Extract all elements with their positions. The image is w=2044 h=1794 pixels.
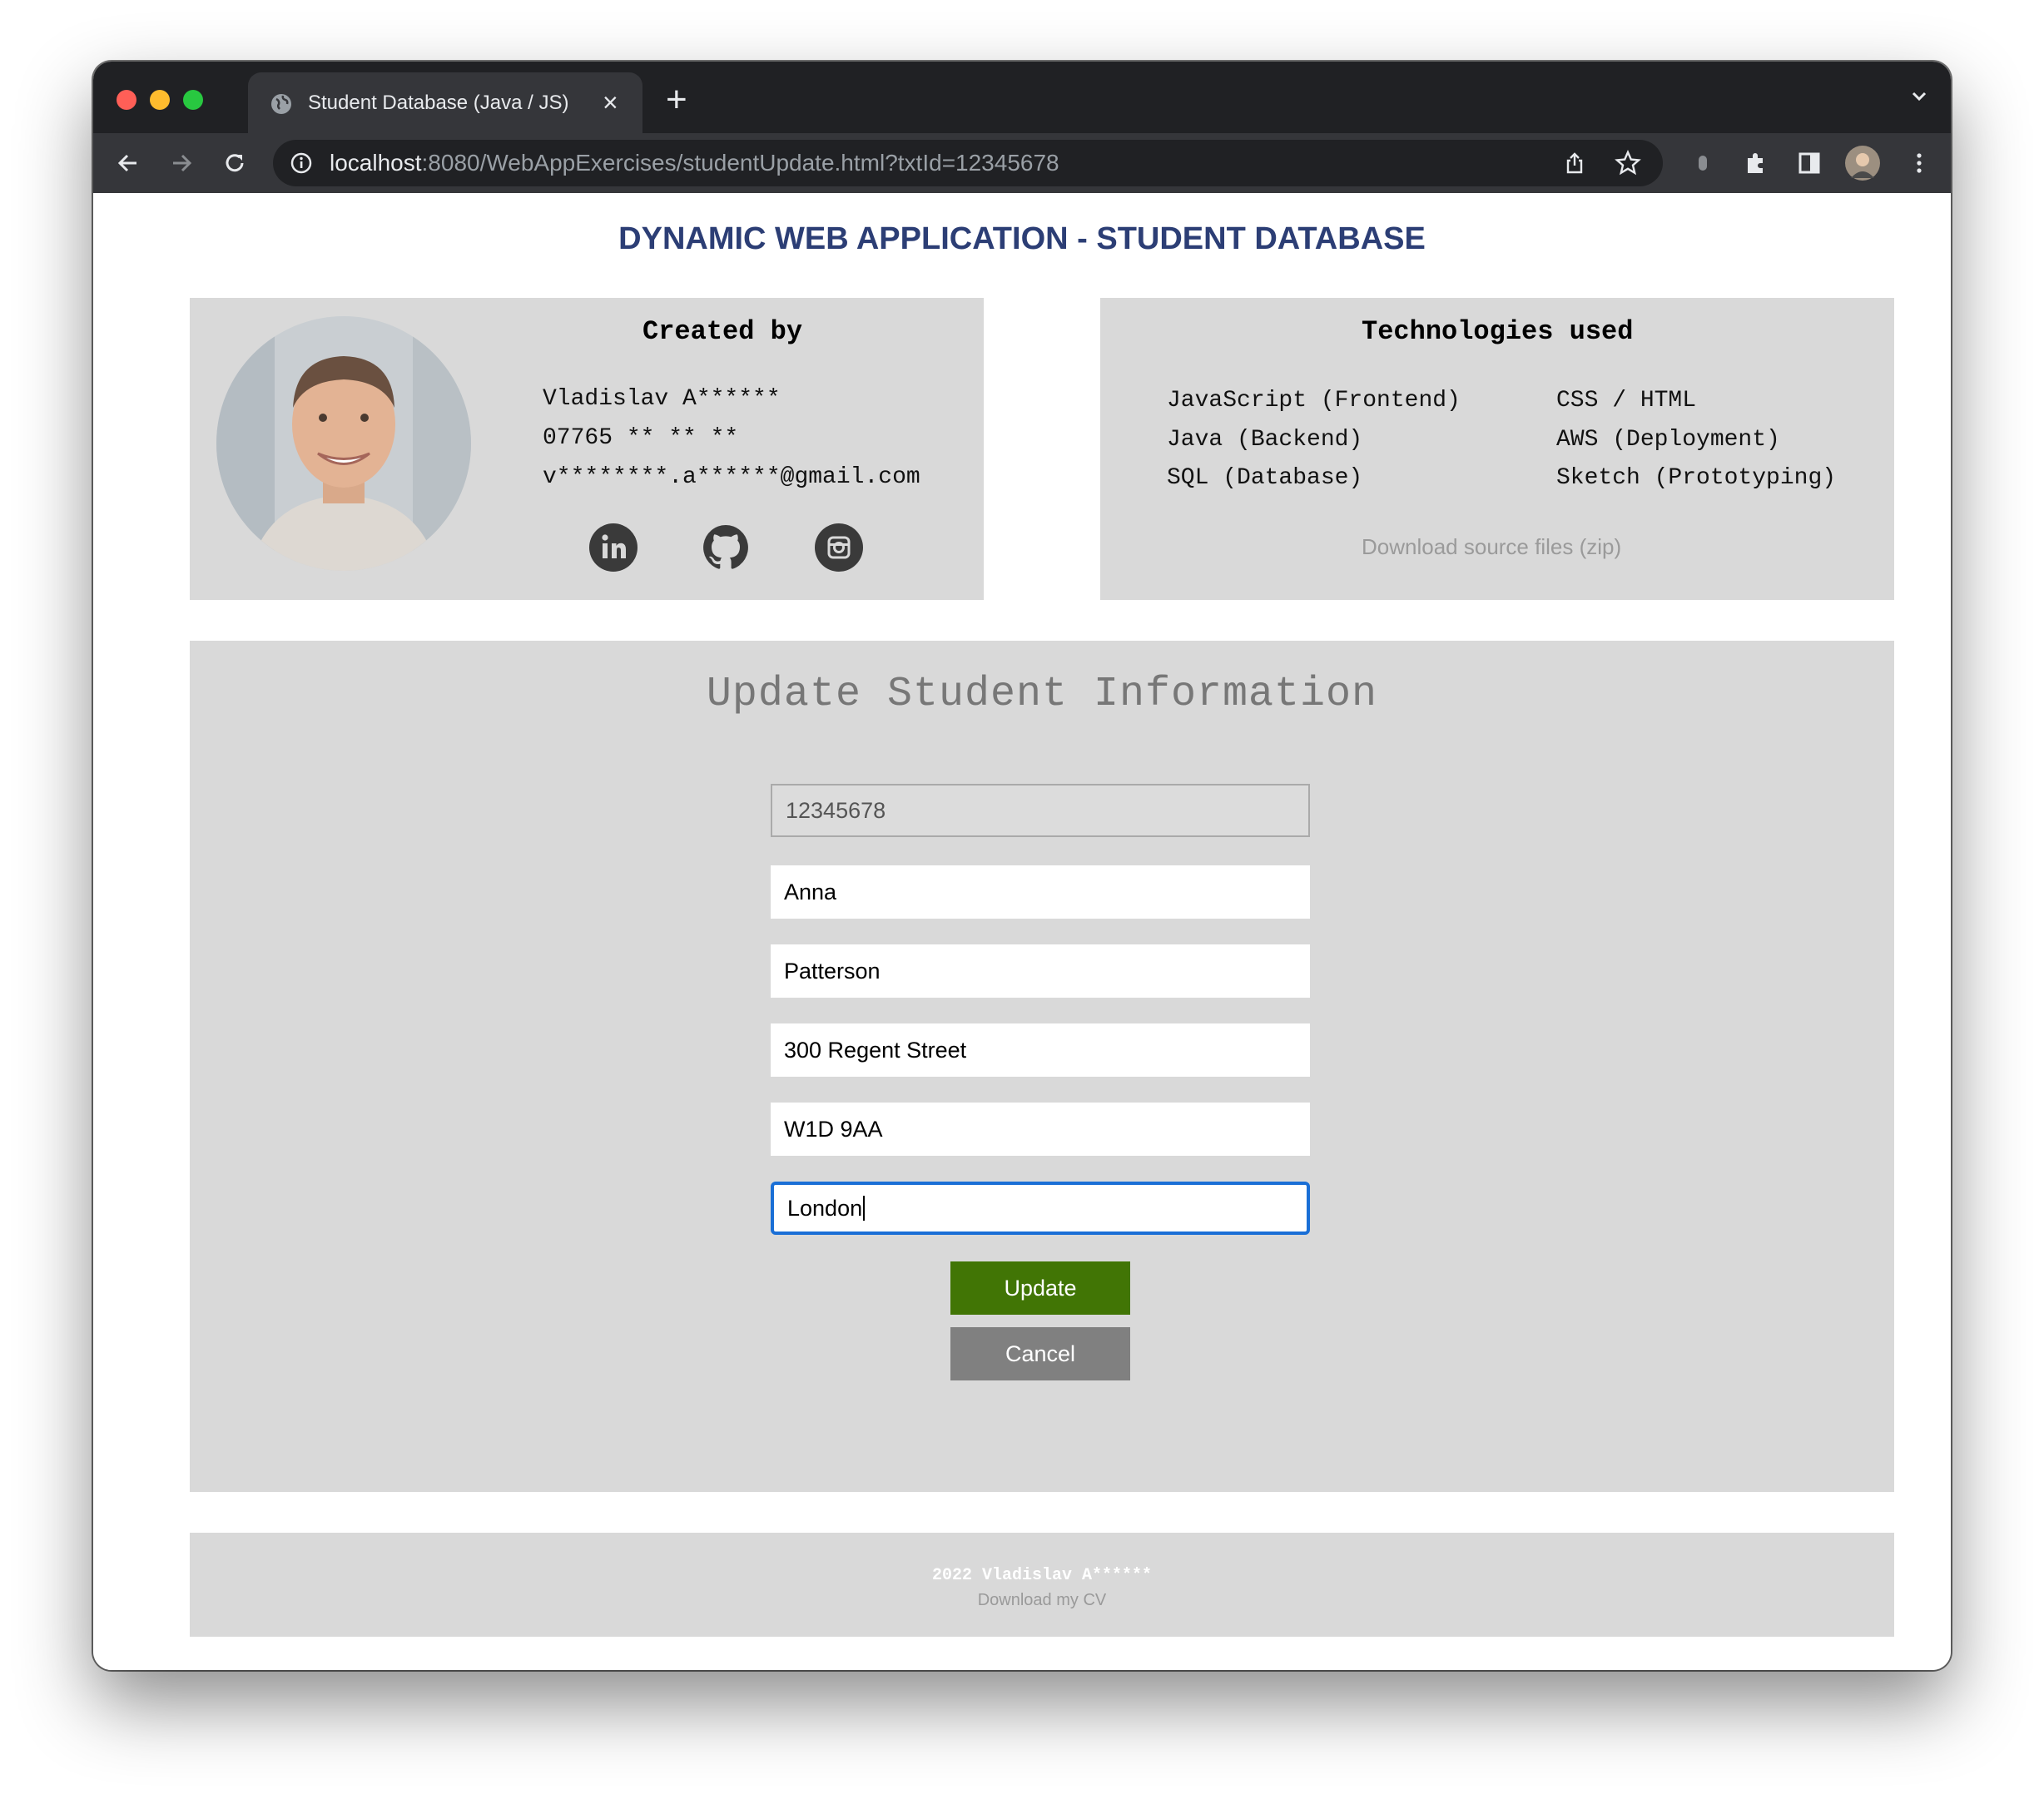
side-panel-icon[interactable] xyxy=(1794,148,1824,178)
profile-photo xyxy=(216,316,471,571)
first-name-field[interactable]: Anna xyxy=(771,865,1310,919)
extension-icon[interactable] xyxy=(1688,148,1718,178)
browser-tab[interactable]: Student Database (Java / JS) × xyxy=(248,72,642,133)
back-icon[interactable] xyxy=(113,148,143,178)
forward-icon[interactable] xyxy=(166,148,196,178)
address-bar[interactable]: localhost:8080/WebAppExercises/studentUp… xyxy=(273,140,1663,186)
github-icon[interactable] xyxy=(702,523,750,572)
tech-item: CSS / HTML xyxy=(1556,388,1697,414)
footer-copyright: 2022 Vladislav A****** xyxy=(931,1566,1153,1585)
maximize-window-button[interactable] xyxy=(183,90,203,110)
field-value: W1D 9AA xyxy=(784,1116,883,1142)
close-window-button[interactable] xyxy=(117,90,136,110)
url-path: :8080/WebAppExercises/studentUpdate.html… xyxy=(421,150,1059,176)
update-button[interactable]: Update xyxy=(950,1261,1130,1315)
extensions-puzzle-icon[interactable] xyxy=(1741,148,1771,178)
browser-window: Student Database (Java / JS) × + localho… xyxy=(93,62,1951,1670)
creator-heading: Created by xyxy=(642,316,803,347)
form-title: Update Student Information xyxy=(706,671,1378,718)
text-caret xyxy=(863,1196,866,1221)
field-value: 300 Regent Street xyxy=(784,1037,967,1063)
update-form-panel: Update Student Information 12345678 Anna… xyxy=(190,641,1894,1492)
tech-item: SQL (Database) xyxy=(1167,465,1363,491)
street-field[interactable]: 300 Regent Street xyxy=(771,1023,1310,1077)
student-id-field[interactable]: 12345678 xyxy=(771,784,1310,837)
technologies-panel: Technologies used JavaScript (Frontend) … xyxy=(1100,298,1894,600)
bookmark-star-icon[interactable] xyxy=(1615,150,1641,176)
creator-email: v********.a******@gmail.com xyxy=(543,464,920,490)
close-tab-icon[interactable]: × xyxy=(603,86,618,119)
field-value: Patterson xyxy=(784,958,881,984)
field-value: London xyxy=(787,1195,863,1221)
linkedin-icon[interactable] xyxy=(589,523,638,572)
city-field[interactable]: London xyxy=(771,1182,1310,1235)
globe-icon xyxy=(271,94,291,114)
minimize-window-button[interactable] xyxy=(150,90,170,110)
page-content: DYNAMIC WEB APPLICATION - STUDENT DATABA… xyxy=(93,193,1951,1670)
tech-item: Sketch (Prototyping) xyxy=(1556,465,1837,491)
creator-phone: 07765 ** ** ** xyxy=(543,425,739,451)
technologies-heading: Technologies used xyxy=(1362,316,1634,347)
new-tab-icon[interactable]: + xyxy=(666,82,687,118)
tab-title: Student Database (Java / JS) xyxy=(308,92,569,114)
tech-item: JavaScript (Frontend) xyxy=(1167,388,1461,414)
footer: 2022 Vladislav A****** Download my CV xyxy=(190,1533,1894,1637)
tech-item: AWS (Deployment) xyxy=(1556,427,1780,453)
tab-search-chevron-icon[interactable] xyxy=(1908,85,1931,108)
creator-panel: Created by Vladislav A****** 07765 ** **… xyxy=(190,298,984,600)
browser-toolbar: localhost:8080/WebAppExercises/studentUp… xyxy=(93,133,1951,193)
site-info-icon[interactable] xyxy=(290,151,313,175)
profile-avatar-icon[interactable] xyxy=(1844,145,1881,181)
instagram-icon[interactable] xyxy=(815,523,863,572)
url-host: localhost xyxy=(330,150,422,176)
download-source-link[interactable]: Download source files (zip) xyxy=(1362,534,1621,560)
page-title: DYNAMIC WEB APPLICATION - STUDENT DATABA… xyxy=(618,221,1426,256)
tech-item: Java (Backend) xyxy=(1167,427,1363,453)
postcode-field[interactable]: W1D 9AA xyxy=(771,1103,1310,1156)
browser-menu-icon[interactable] xyxy=(1904,148,1934,178)
download-cv-link[interactable]: Download my CV xyxy=(190,1591,1894,1610)
creator-name: Vladislav A****** xyxy=(543,386,781,412)
share-icon[interactable] xyxy=(1563,151,1586,175)
url-text: localhost:8080/WebAppExercises/studentUp… xyxy=(330,150,1059,176)
last-name-field[interactable]: Patterson xyxy=(771,944,1310,998)
field-value: Anna xyxy=(784,879,837,904)
cancel-button[interactable]: Cancel xyxy=(950,1327,1130,1380)
tab-bar: Student Database (Java / JS) × + xyxy=(93,62,1951,133)
field-value: 12345678 xyxy=(786,797,886,823)
reload-icon[interactable] xyxy=(220,148,250,178)
